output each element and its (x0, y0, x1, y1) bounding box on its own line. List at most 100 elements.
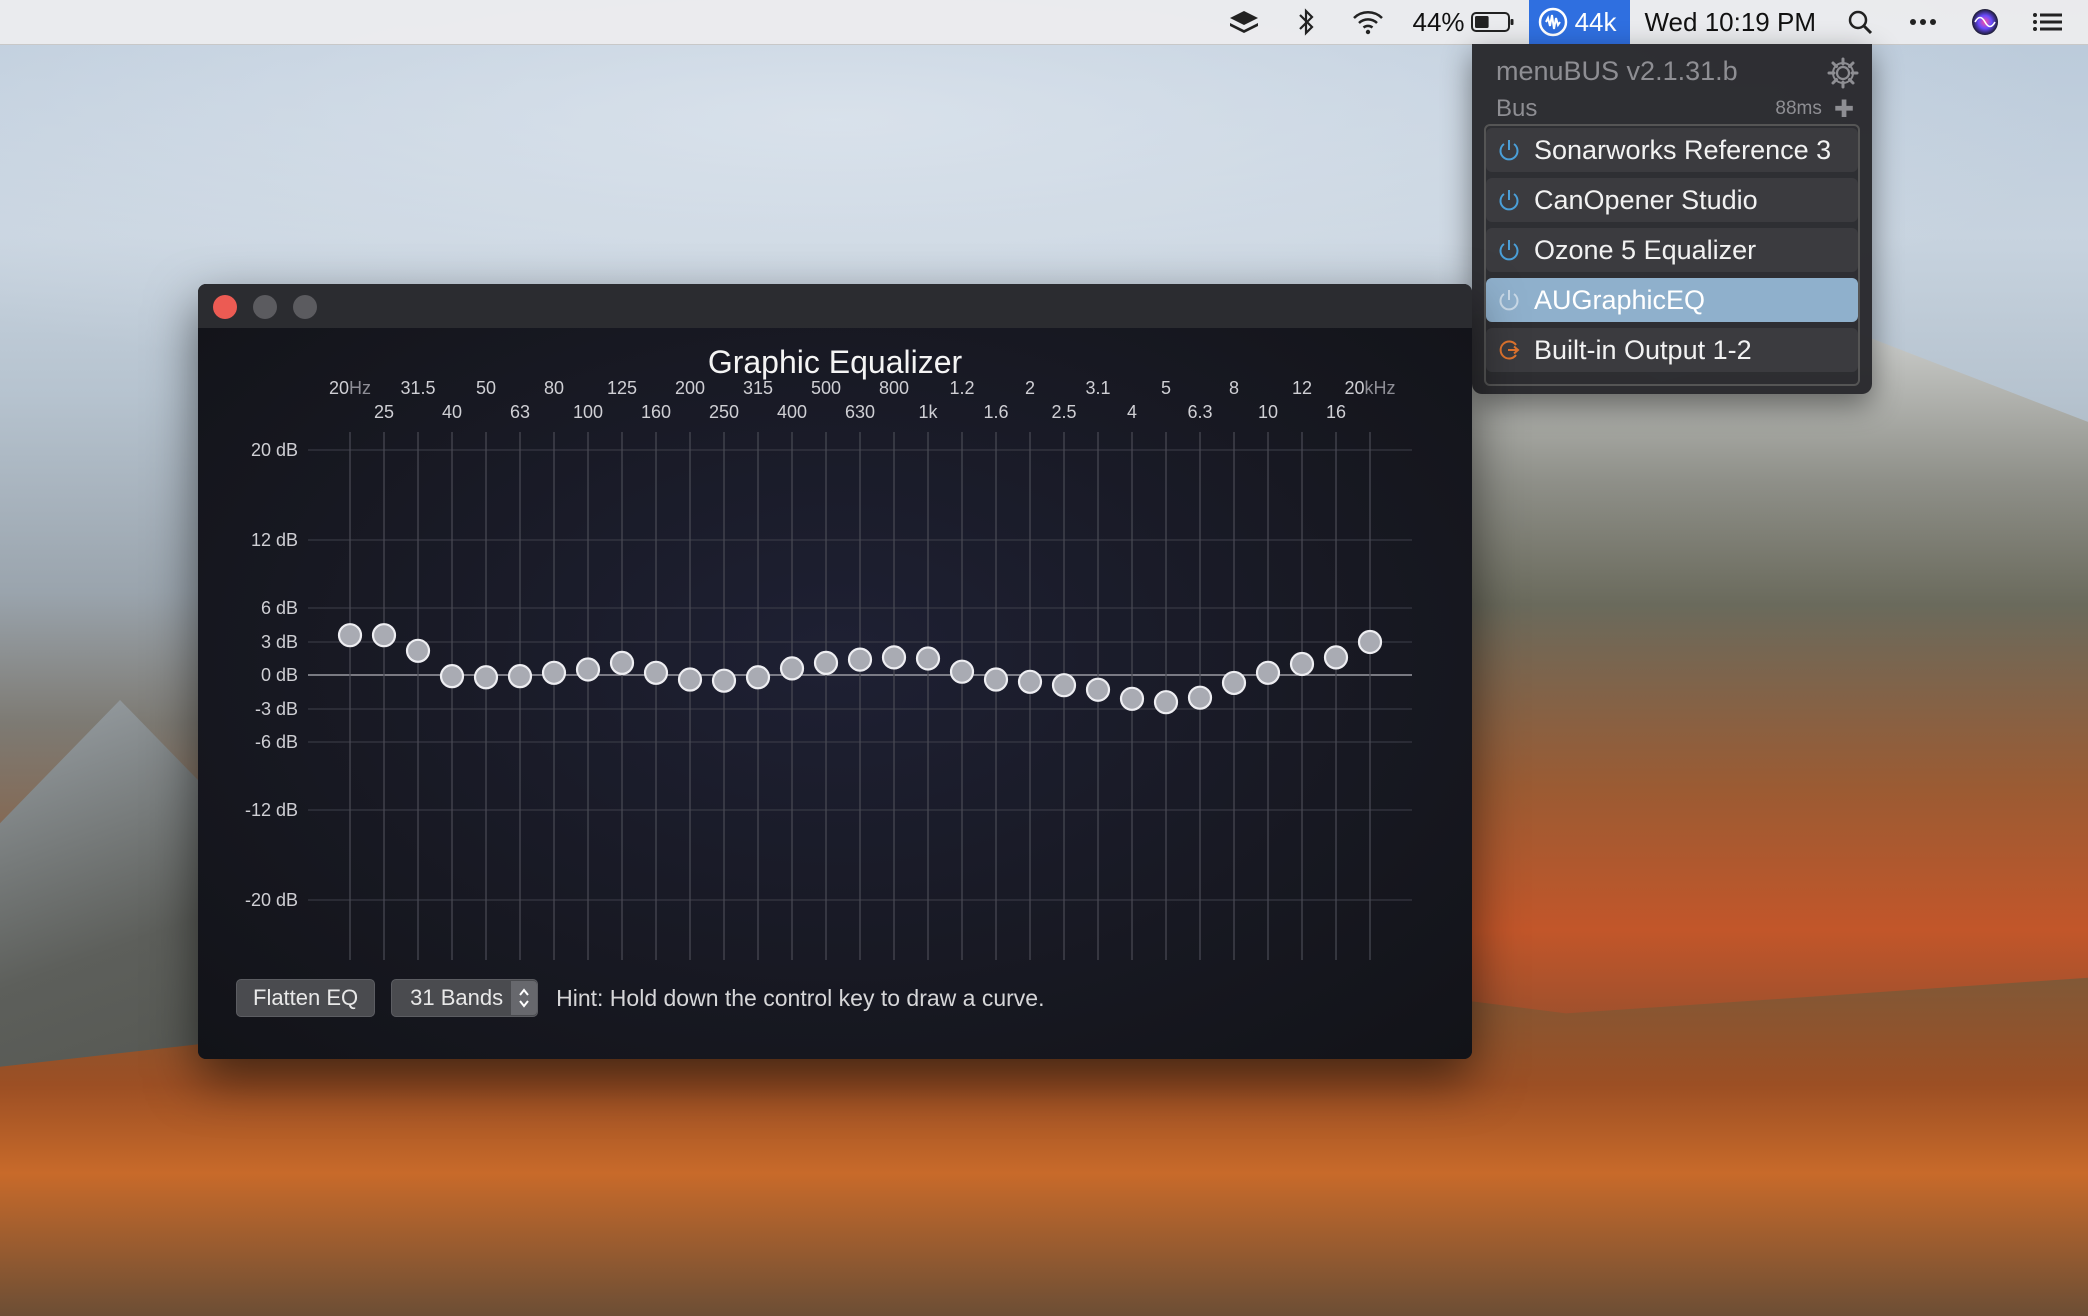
power-icon[interactable] (1496, 187, 1522, 213)
db-label: 0 dB (261, 665, 298, 685)
wifi-icon[interactable] (1337, 0, 1399, 44)
band-gain-handle[interactable] (541, 660, 567, 685)
bus-item[interactable]: CanOpener Studio (1486, 178, 1858, 222)
bus-item[interactable]: AUGraphicEQ (1486, 278, 1858, 322)
band-gain-handle[interactable] (473, 665, 499, 690)
bus-item-label: Built-in Output 1-2 (1534, 334, 1752, 365)
band-gain-handle[interactable] (779, 656, 805, 681)
band-gain-handle[interactable] (507, 664, 533, 689)
freq-label-bottom: 6.3 (1187, 402, 1212, 422)
menubus-status-item[interactable]: 44k (1528, 0, 1631, 44)
eq-graph[interactable]: 20 dB 12 dB 6 dB 3 dB 0 dB -3 dB -6 dB -12 dB -2… (198, 328, 1472, 988)
notification-center-icon[interactable] (2016, 0, 2088, 44)
db-label: -6 dB (255, 732, 298, 752)
layers-menu-icon[interactable] (1213, 0, 1275, 44)
bus-item-label: Sonarworks Reference 3 (1534, 134, 1832, 165)
freq-label-top: 3.1 (1085, 378, 1110, 398)
bus-item[interactable]: Built-in Output 1-2 (1486, 328, 1858, 372)
db-label: 12 dB (251, 530, 298, 550)
band-gain-handle[interactable] (1221, 670, 1247, 696)
output-icon[interactable] (1496, 337, 1522, 363)
bands-select[interactable]: 31 Bands (391, 979, 539, 1017)
freq-label-bottom: 2.5 (1051, 402, 1076, 422)
battery-status[interactable]: 44% (1399, 0, 1529, 44)
freq-label-top: 800 (879, 378, 909, 398)
power-icon[interactable] (1496, 237, 1522, 263)
band-gain-handle[interactable] (881, 645, 907, 670)
menubus-panel: menuBUS v2.1.31.b Bus 88ms ✚ Sonarworks … (1472, 44, 1872, 394)
power-icon[interactable] (1496, 137, 1522, 163)
freq-unit: Hz (349, 378, 371, 398)
band-gain-handle[interactable] (439, 664, 465, 689)
hint-text: Hint: Hold down the control key to draw … (556, 984, 1045, 1011)
freq-label-bottom: 1k (918, 402, 938, 422)
band-gain-handle[interactable] (1119, 686, 1145, 711)
bus-header: Bus 88ms ✚ (1486, 95, 1858, 124)
freq-label-bottom: 160 (641, 402, 671, 422)
zoom-button[interactable] (293, 295, 317, 319)
freq-label-bottom: 630 (845, 402, 875, 422)
freq-label-top: 315 (743, 378, 773, 398)
bus-item[interactable]: Sonarworks Reference 3 (1486, 128, 1858, 172)
more-icon[interactable] (1892, 0, 1954, 44)
db-label: 3 dB (261, 632, 298, 652)
band-gain-handle[interactable] (371, 623, 397, 648)
band-gain-handle[interactable] (813, 650, 839, 675)
sample-rate: 44k (1574, 6, 1617, 37)
band-gain-handle[interactable] (609, 650, 635, 675)
bus-item-label: Ozone 5 Equalizer (1534, 234, 1757, 265)
power-icon[interactable] (1496, 287, 1522, 313)
freq-label-top: 8 (1229, 378, 1239, 398)
freq-label-bottom: 250 (709, 402, 739, 422)
clock[interactable]: Wed 10:19 PM (1630, 0, 1830, 44)
band-gain-handle[interactable] (915, 646, 941, 671)
gear-icon[interactable] (1826, 56, 1860, 90)
freq-label-bottom: 63 (510, 402, 530, 422)
freq-label-bottom: 16 (1326, 402, 1346, 422)
band-gain-handle[interactable] (1289, 651, 1315, 677)
db-label: -20 dB (245, 890, 298, 910)
stepper-arrows-icon (511, 981, 538, 1015)
battery-percent: 44% (1412, 6, 1465, 37)
band-gain-handle[interactable] (405, 638, 431, 663)
band-gain-handle[interactable] (1357, 629, 1383, 655)
band-gain-handle[interactable] (677, 667, 703, 692)
clock-text: Wed 10:19 PM (1644, 6, 1816, 37)
add-plugin-icon[interactable]: ✚ (1834, 95, 1854, 124)
bus-item[interactable]: Ozone 5 Equalizer (1486, 228, 1858, 272)
band-gain-handle[interactable] (711, 668, 737, 693)
siri-icon[interactable] (1954, 0, 2016, 44)
eq-footer: Flatten EQ 31 Bands Hint: Hold down the … (236, 979, 1045, 1017)
bus-list: Sonarworks Reference 3 CanOpener Studio Oz… (1486, 128, 1858, 378)
freq-label-top: 1.2 (949, 378, 974, 398)
db-label: 6 dB (261, 598, 298, 618)
band-gain-handle[interactable] (1153, 690, 1179, 715)
flatten-eq-button[interactable]: Flatten EQ (236, 979, 376, 1017)
freq-label-bottom: 4 (1127, 402, 1137, 422)
band-gain-handle[interactable] (1323, 645, 1349, 670)
window-titlebar[interactable] (198, 284, 1472, 328)
band-gain-handle[interactable] (1085, 677, 1111, 702)
band-gain-handle[interactable] (1017, 669, 1043, 694)
bluetooth-icon[interactable] (1275, 0, 1337, 44)
band-gain-handle[interactable] (745, 665, 771, 690)
band-gain-handle[interactable] (1187, 685, 1213, 710)
freq-label-top: 20Hz (329, 378, 371, 398)
spotlight-search-icon[interactable] (1830, 0, 1892, 44)
band-gain-handle[interactable] (983, 667, 1009, 692)
band-gain-handle[interactable] (575, 657, 601, 682)
freq-label-bottom: 25 (374, 402, 394, 422)
freq-label-top: 2 (1025, 378, 1035, 398)
band-gain-handle[interactable] (1051, 673, 1077, 698)
graphic-eq-window: Graphic Equalizer 20 dB 12 dB 6 dB 3 dB 0 dB… (198, 284, 1472, 1059)
freq-label-top: 31.5 (400, 378, 435, 398)
band-gain-handle[interactable] (337, 623, 363, 648)
band-gain-handle[interactable] (643, 660, 669, 685)
band-gain-handle[interactable] (847, 647, 873, 672)
minimize-button[interactable] (253, 295, 277, 319)
band-gain-handle[interactable] (1255, 660, 1281, 685)
close-button[interactable] (213, 295, 237, 319)
freq-label-bottom: 1.6 (983, 402, 1008, 422)
battery-icon (1470, 12, 1514, 32)
band-gain-handle[interactable] (949, 659, 975, 684)
